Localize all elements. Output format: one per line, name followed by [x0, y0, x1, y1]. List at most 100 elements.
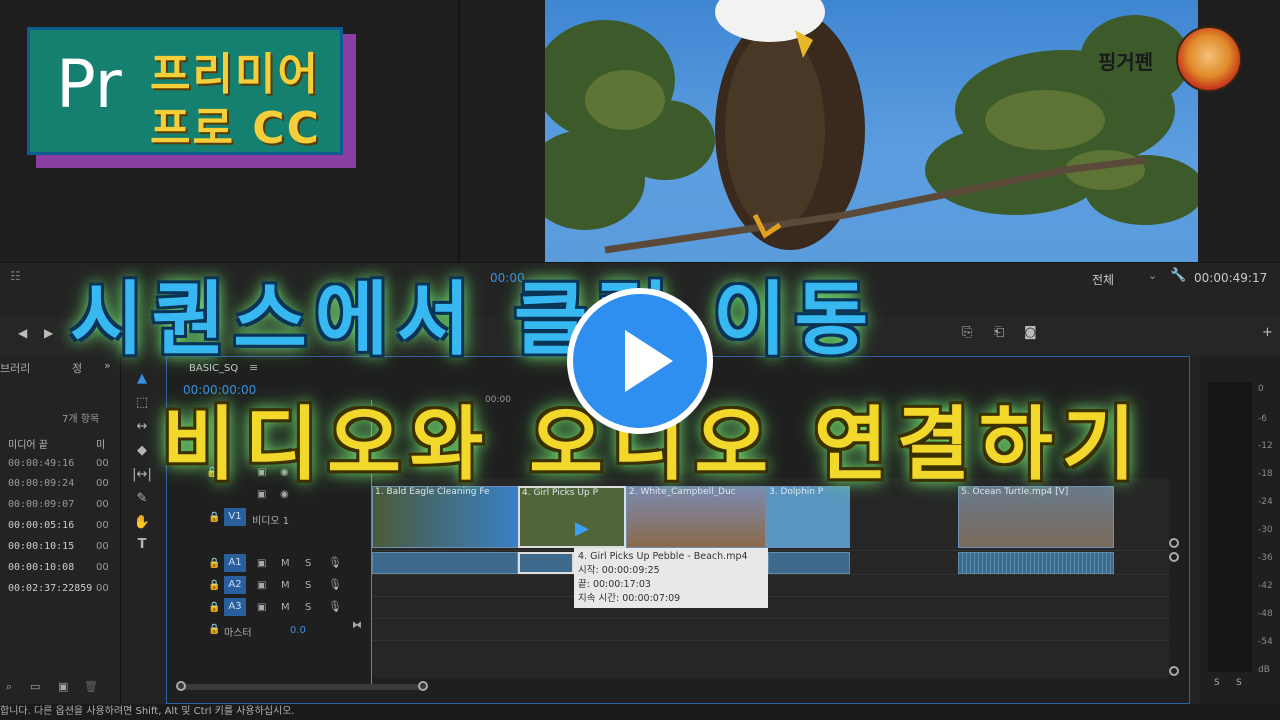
- lift-icon[interactable]: ⎘: [962, 325, 972, 340]
- solo-button[interactable]: S: [305, 558, 311, 569]
- folder-icon[interactable]: ▭: [30, 680, 40, 693]
- step-back-icon[interactable]: ◀: [18, 326, 27, 340]
- tooltip-duration: 지속 시간: 00:00:07:09: [578, 593, 681, 604]
- tooltip-title: 4. Girl Picks Up Pebble - Beach.mp4: [578, 551, 748, 562]
- play-icon[interactable]: ▶: [44, 326, 53, 340]
- list-item[interactable]: 00:00:09:24: [8, 478, 74, 489]
- list-item-col2: 00: [96, 562, 109, 573]
- microphone-icon[interactable]: 🎙: [328, 578, 342, 591]
- trash-icon[interactable]: 🗑: [84, 680, 98, 693]
- premiere-logo: Pr 프리미어 프로 CC: [27, 27, 343, 155]
- db-label: -54: [1258, 637, 1273, 647]
- search-icon[interactable]: ⌕: [6, 680, 12, 694]
- new-item-icon[interactable]: ▣: [58, 680, 68, 693]
- vertical-scroll-handle[interactable]: [1169, 666, 1179, 676]
- add-icon[interactable]: +: [1262, 325, 1273, 340]
- logo-pr-text: Pr: [56, 46, 122, 123]
- audio-clip-waveform[interactable]: [958, 552, 1114, 574]
- microphone-icon[interactable]: 🎙: [328, 556, 342, 569]
- lock-icon[interactable]: 🔒: [208, 602, 220, 613]
- sync-icon[interactable]: ▣: [257, 558, 266, 569]
- db-label: -24: [1258, 497, 1273, 507]
- clip-tooltip: 4. Girl Picks Up Pebble - Beach.mp4 시작: …: [574, 548, 768, 608]
- track-divider: [371, 550, 1169, 551]
- column-header-media-end[interactable]: 미디어 끝: [8, 436, 48, 451]
- list-item-col2: 00: [96, 458, 109, 469]
- scroll-handle-left[interactable]: [176, 681, 186, 691]
- video-play-button[interactable]: [567, 288, 713, 434]
- track-name-v1: 비디오 1: [252, 516, 290, 527]
- solo-button[interactable]: S: [305, 602, 311, 613]
- settings-icon[interactable]: ☷: [10, 269, 21, 283]
- wrench-icon[interactable]: 🔧: [1170, 268, 1186, 283]
- mute-button[interactable]: M: [281, 602, 290, 613]
- chevron-down-icon[interactable]: ⌄: [1148, 269, 1157, 282]
- list-item[interactable]: 00:00:10:08: [8, 562, 74, 573]
- master-volume[interactable]: 0.0: [290, 625, 306, 636]
- sync-icon[interactable]: ▣: [257, 580, 266, 591]
- list-item[interactable]: 00:00:49:16: [8, 458, 74, 469]
- scroll-handle-right[interactable]: [418, 681, 428, 691]
- db-label: -48: [1258, 609, 1273, 619]
- db-label: -30: [1258, 525, 1273, 535]
- master-track-label: 마스터: [224, 628, 252, 639]
- list-item[interactable]: 00:00:10:15: [8, 541, 74, 552]
- slip-icon[interactable]: |↔|: [132, 466, 152, 484]
- mute-button[interactable]: M: [281, 580, 290, 591]
- panel-divider[interactable]: [458, 0, 460, 262]
- track-target-a3[interactable]: A3: [224, 598, 246, 616]
- column-header-2[interactable]: 미: [96, 436, 105, 451]
- master-end-icon[interactable]: ⧓: [352, 620, 362, 631]
- lock-icon[interactable]: 🔒: [208, 512, 220, 523]
- type-tool-icon[interactable]: T: [132, 536, 152, 554]
- status-bar: 합니다. 다른 옵션을 사용하려면 Shift, Alt 및 Ctrl 키를 사…: [0, 704, 1280, 720]
- track-divider: [371, 640, 1169, 641]
- audio-clip[interactable]: [768, 552, 850, 574]
- ripple-edit-icon[interactable]: ↔: [132, 418, 152, 436]
- audio-clip[interactable]: [372, 552, 518, 574]
- list-item[interactable]: 00:00:09:07: [8, 499, 74, 510]
- db-label: -6: [1258, 414, 1267, 424]
- solo-button[interactable]: S: [305, 580, 311, 591]
- avatar: [1176, 26, 1242, 92]
- sync-icon[interactable]: ▣: [257, 602, 266, 613]
- project-panel-title[interactable]: 브러리: [0, 360, 30, 376]
- tooltip-end: 끝: 00:00:17:03: [578, 579, 651, 590]
- headline-line1: 시퀀스에서 클립 이동: [70, 273, 877, 366]
- logo-title-line2: 프로 CC: [150, 103, 321, 154]
- track-target-v1[interactable]: V1: [224, 508, 246, 526]
- vertical-scroll-handle[interactable]: [1169, 538, 1179, 548]
- db-label: -42: [1258, 581, 1273, 591]
- microphone-icon[interactable]: 🎙: [328, 600, 342, 613]
- horizontal-scrollbar[interactable]: [178, 684, 426, 690]
- lock-icon[interactable]: 🔒: [208, 580, 220, 591]
- audio-clip-selected[interactable]: [518, 552, 574, 574]
- pen-icon[interactable]: ✎: [132, 490, 152, 508]
- extract-icon[interactable]: ⎗: [994, 325, 1004, 340]
- solo-left-button[interactable]: S: [1214, 678, 1220, 688]
- video-preview: [545, 0, 1198, 262]
- lock-icon[interactable]: 🔒: [208, 558, 220, 569]
- project-panel: 브러리 정 » 7개 항목 미디어 끝 미 00:00:49:16 00:00:…: [0, 354, 121, 704]
- list-item-col2: 00: [96, 541, 109, 552]
- track-divider: [371, 574, 1169, 575]
- track-divider: [371, 596, 1169, 597]
- track-target-a1[interactable]: A1: [224, 554, 246, 572]
- tools-panel: ▲ ⬚ ↔ ◆ |↔| ✎ ✋ T: [128, 364, 156, 564]
- hand-icon[interactable]: ✋: [132, 514, 152, 532]
- play-triangle-icon: [625, 330, 673, 392]
- track-select-icon[interactable]: ⬚: [132, 394, 152, 412]
- list-item[interactable]: 00:02:37:22859: [8, 583, 92, 594]
- selection-tool-icon[interactable]: ▲: [132, 370, 152, 388]
- list-item[interactable]: 00:00:05:16: [8, 520, 74, 531]
- lock-icon[interactable]: 🔒: [208, 624, 220, 635]
- track-target-a2[interactable]: A2: [224, 576, 246, 594]
- fit-select[interactable]: 전체: [1092, 271, 1114, 288]
- db-label: -12: [1258, 441, 1273, 451]
- vertical-scroll-handle[interactable]: [1169, 552, 1179, 562]
- list-item-col2: 00: [96, 499, 109, 510]
- camera-icon[interactable]: ◙: [1024, 325, 1037, 340]
- mute-button[interactable]: M: [281, 558, 290, 569]
- razor-icon[interactable]: ◆: [132, 442, 152, 460]
- solo-right-button[interactable]: S: [1236, 678, 1242, 688]
